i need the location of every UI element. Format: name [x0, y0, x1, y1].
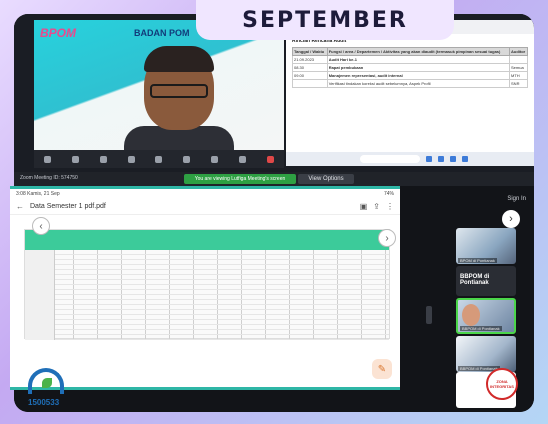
table-cell: [509, 55, 528, 64]
phone-battery: 74%: [383, 191, 394, 197]
spreadsheet-preview: [24, 229, 390, 340]
meeting-id: Zoom Meeting ID: 574750: [20, 175, 78, 181]
phone-status-bar: 3:08 Kamis, 21 Sep 74%: [10, 189, 400, 199]
file-name: Data Semester 1 pdf.pdf: [30, 203, 106, 210]
audit-document: Rincian Rencana Audit Tanggal / Waktu Fu…: [286, 20, 534, 152]
sign-in-link[interactable]: Sign In: [507, 196, 526, 202]
participant-label: BBPOM di Pontianak: [460, 326, 502, 331]
callcenter-logo: 1500533: [22, 368, 82, 412]
taskbar-app-icon[interactable]: [462, 156, 468, 162]
sheet-header-band: [25, 230, 389, 250]
taskbar-app-icon[interactable]: [426, 156, 432, 162]
participant-name: BBPOM di Pontianak: [460, 274, 490, 286]
next-participants-icon[interactable]: ›: [502, 210, 520, 228]
sheet-row-headers: [25, 250, 55, 340]
participant-face: [462, 304, 480, 326]
month-title: SEPTEMBER: [242, 7, 408, 33]
table-cell: 21.09.2023: [292, 55, 328, 64]
edit-fab-icon[interactable]: ✎: [372, 359, 392, 379]
prev-page-icon[interactable]: ‹: [32, 217, 50, 235]
table-cell: Verifikasi tindakan koreksi audit sebelu…: [326, 79, 511, 88]
share-icon[interactable]: ⇪: [373, 202, 380, 211]
table-cell: Semua: [509, 63, 528, 72]
zona-integritas-badge: ZONA INTEGRITAS: [486, 368, 518, 400]
sheet-grid: [25, 250, 389, 340]
taskbar-app-icon[interactable]: [450, 156, 456, 162]
windows-taskbar: [286, 152, 534, 166]
mute-icon[interactable]: [44, 155, 52, 163]
taskbar-search[interactable]: [360, 155, 420, 163]
video-icon[interactable]: [72, 155, 80, 163]
view-options-button[interactable]: View Options: [298, 174, 354, 184]
meeting-bar: Zoom Meeting ID: 574750 You are viewing …: [14, 172, 534, 186]
file-header: ← Data Semester 1 pdf.pdf ▣ ⇪ ⋮: [10, 199, 400, 215]
table-cell: Audit Hari ke-1: [326, 55, 511, 64]
table-row: 08.30 Rapat pembukaan Semua: [292, 63, 528, 72]
reactions-icon[interactable]: [238, 155, 246, 163]
table-header: Fungsi / area / Departemen / Aktivitas y…: [326, 47, 511, 56]
table-cell: 08.30: [292, 63, 328, 72]
leaf-icon: [42, 378, 52, 388]
speaker-hair: [144, 46, 214, 72]
participant-tile[interactable]: BPOM di Pontianak: [456, 228, 516, 264]
record-icon[interactable]: [210, 155, 218, 163]
table-row: 09.00 Manajemen representasi, audit inte…: [292, 71, 528, 80]
table-row: 21.09.2023 Audit Hari ke-1: [292, 55, 528, 64]
speaker-glasses: [150, 84, 208, 98]
back-arrow-icon[interactable]: ←: [16, 202, 24, 211]
phone-time: 3:08 Kamis, 21 Sep: [16, 191, 60, 197]
next-page-icon[interactable]: ›: [378, 229, 396, 247]
table-cell: Rapat pembukaan: [326, 63, 511, 72]
table-cell: [292, 79, 328, 88]
brand-logo: BPOM: [40, 26, 76, 40]
more-icon[interactable]: ⋮: [386, 202, 394, 211]
security-icon[interactable]: [99, 155, 107, 163]
chat-icon[interactable]: [155, 155, 163, 163]
sharing-banner: You are viewing Lutfiga Meeting's screen: [184, 174, 296, 184]
table-row: Verifikasi tindakan koreksi audit sebelu…: [292, 79, 528, 88]
table-header: Tanggal / Waktu: [292, 47, 328, 56]
participant-tile[interactable]: BBPOM di Pontianak: [456, 336, 516, 372]
participant-label: BPOM di Pontianak: [458, 258, 497, 263]
zoom-toolbar: [34, 150, 284, 168]
taskbar-app-icon[interactable]: [438, 156, 444, 162]
table-cell: Manajemen representasi, audit internal: [326, 71, 511, 80]
table-header: Auditor: [509, 47, 528, 56]
table-cell: MTH: [509, 71, 528, 80]
hotline-number: 1500533: [28, 398, 60, 407]
participant-tile-active[interactable]: BBPOM di Pontianak: [456, 298, 516, 334]
table-cell: SNR: [509, 79, 528, 88]
shared-phone-screen: 3:08 Kamis, 21 Sep 74% ← Data Semester 1…: [10, 186, 400, 390]
participant-tile[interactable]: BBPOM di Pontianak: [456, 266, 516, 296]
speaker-person: [124, 46, 234, 150]
panel-handle[interactable]: [426, 306, 432, 324]
participants-icon[interactable]: [127, 155, 135, 163]
table-cell: 09.00: [292, 71, 328, 80]
month-banner: SEPTEMBER: [196, 0, 454, 40]
leave-icon[interactable]: [266, 155, 274, 163]
share-icon[interactable]: [183, 155, 191, 163]
audit-table: Tanggal / Waktu Fungsi / area / Departem…: [292, 47, 528, 88]
badan-label: BADAN POM: [134, 28, 190, 38]
save-icon[interactable]: ▣: [360, 202, 368, 211]
